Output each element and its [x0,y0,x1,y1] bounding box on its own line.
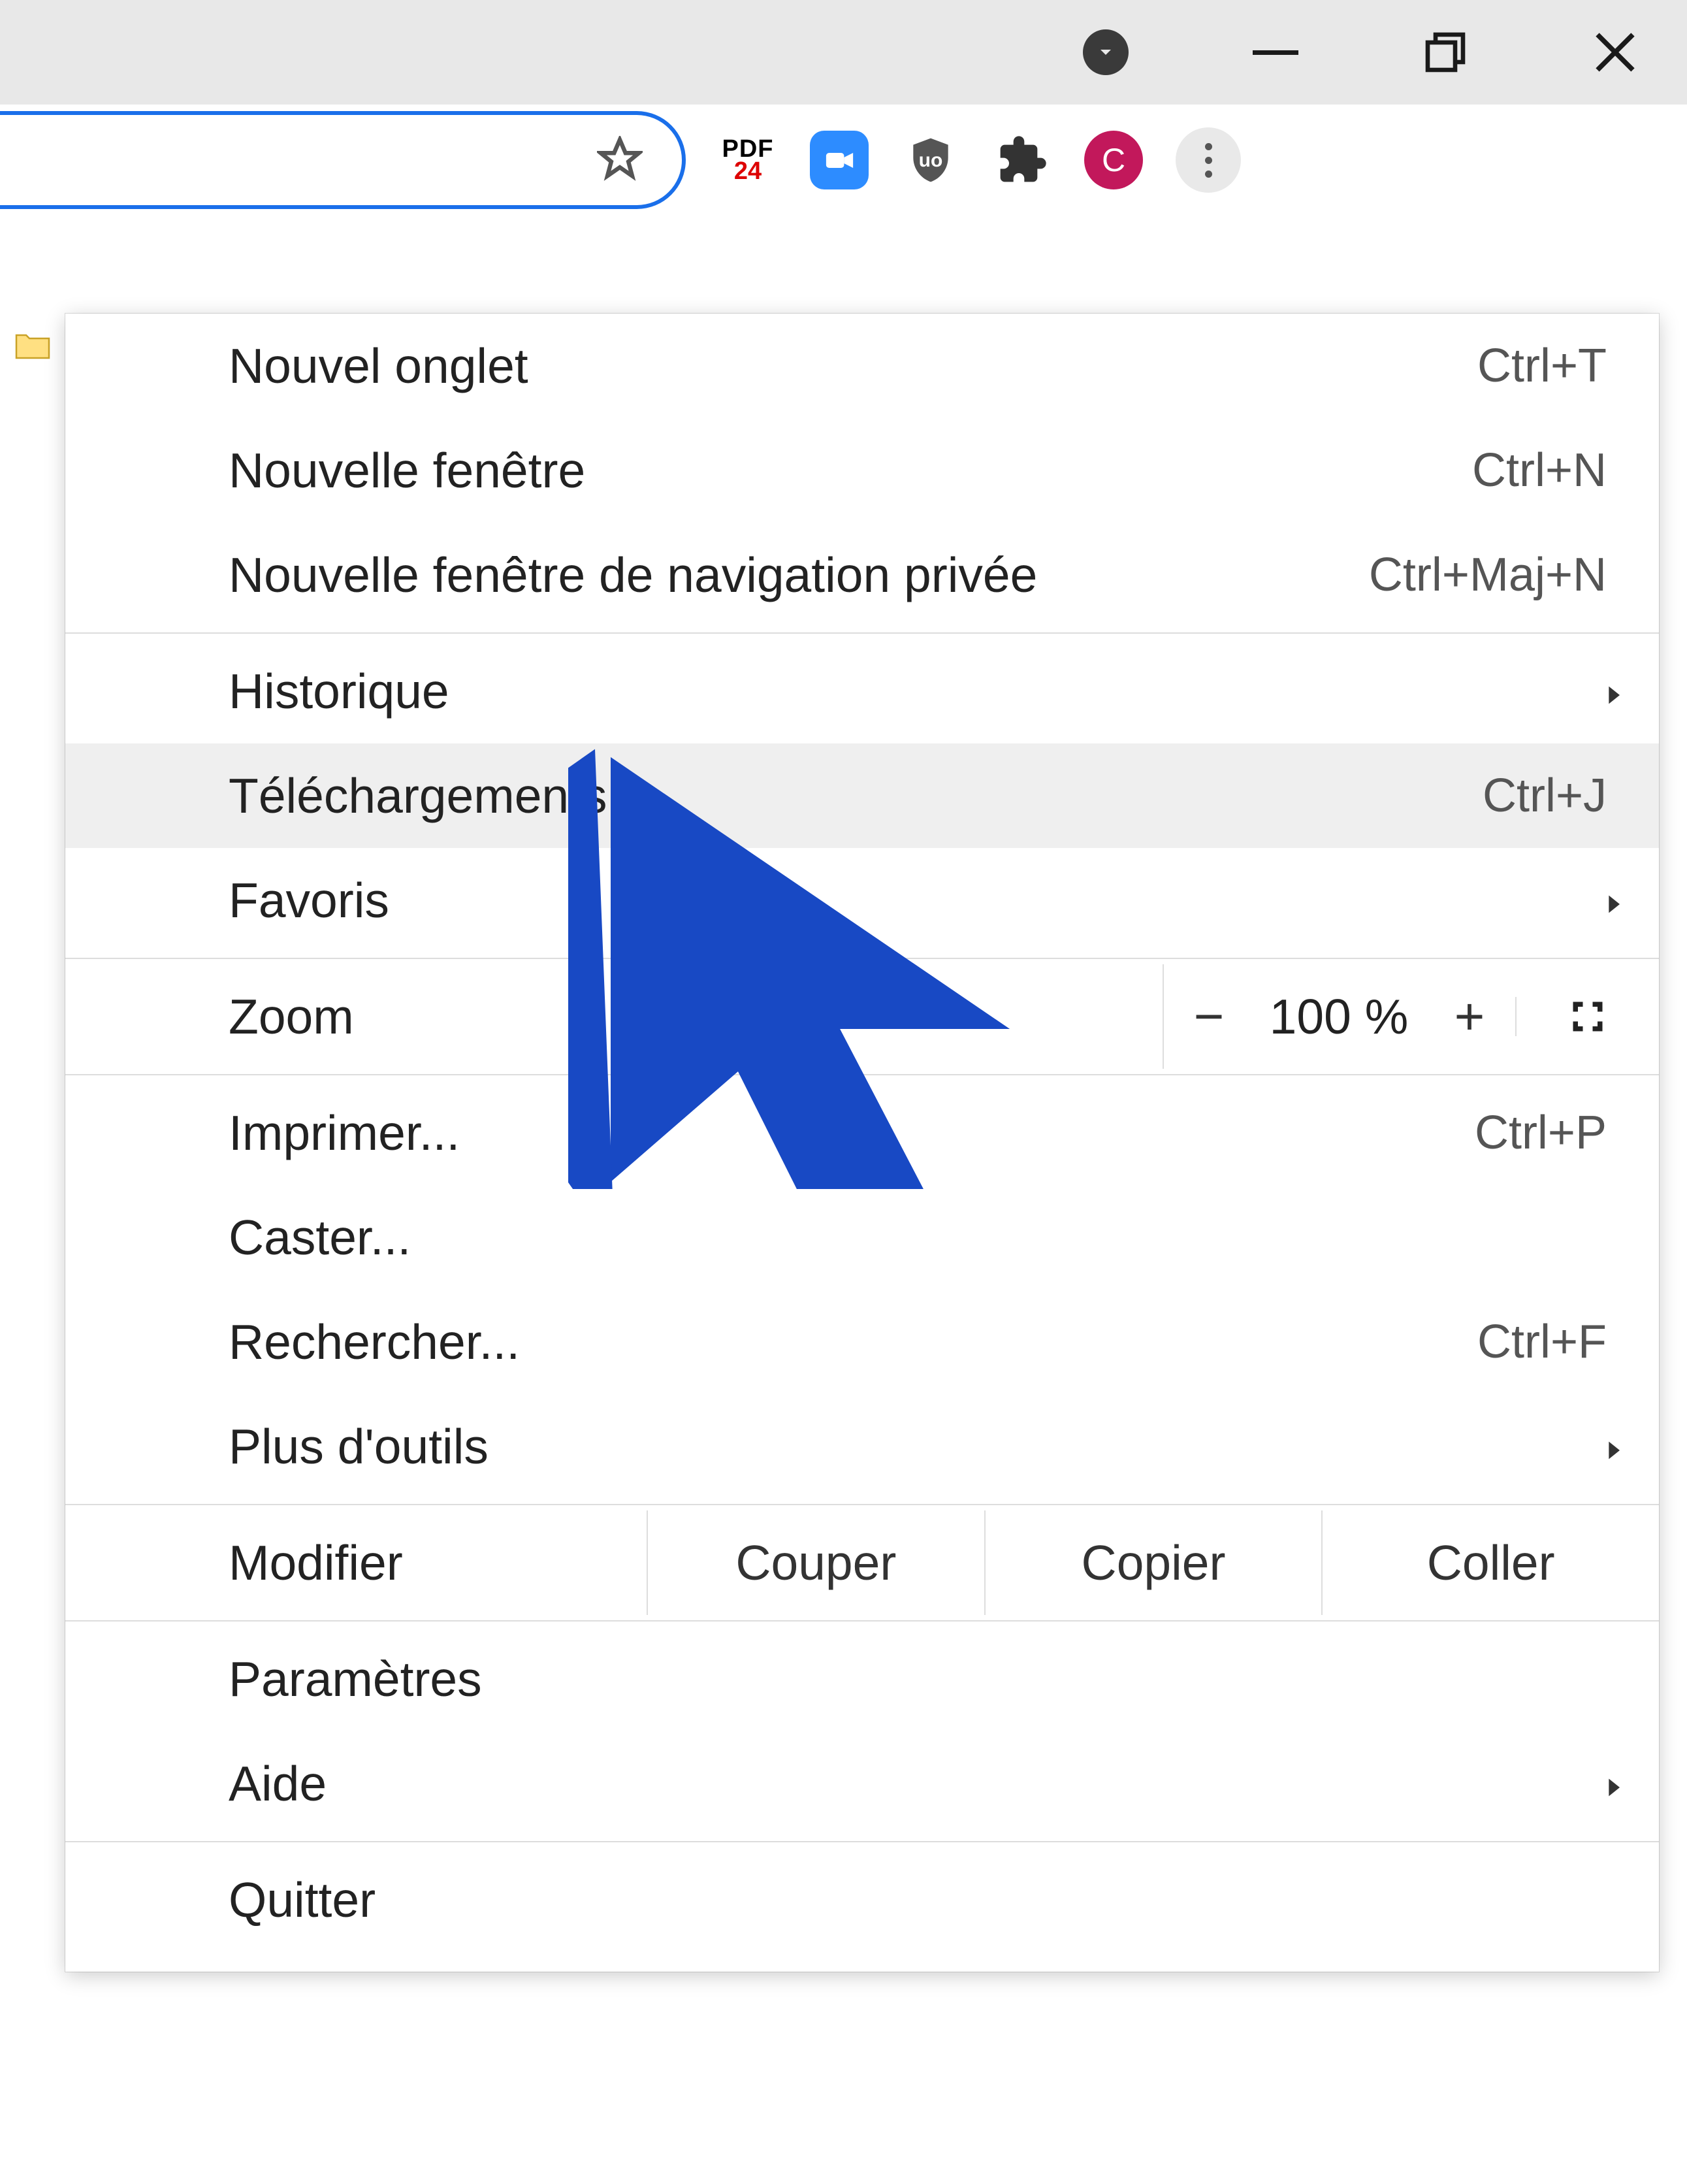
maximize-icon [1422,29,1469,76]
fullscreen-button[interactable] [1515,997,1659,1036]
chevron-right-icon [1600,1418,1626,1475]
menu-shortcut: Ctrl+J [1483,769,1607,823]
menu-label: Zoom [229,988,354,1045]
minus-icon: − [1194,986,1225,1047]
menu-item-more-tools[interactable]: Plus d'outils [65,1394,1659,1499]
menu-item-new-window[interactable]: Nouvelle fenêtre Ctrl+N [65,418,1659,523]
paste-label: Coller [1427,1535,1555,1591]
menu-shortcut: Ctrl+P [1475,1106,1607,1160]
menu-item-bookmarks[interactable]: Favoris [65,848,1659,953]
menu-label: Aide [229,1755,1607,1812]
folder-icon [13,329,52,365]
menu-label: Téléchargements [229,768,1483,824]
menu-separator [65,1074,1659,1075]
menu-label: Favoris [229,872,1607,928]
plus-icon: + [1454,986,1485,1047]
menu-label: Rechercher... [229,1314,1477,1370]
menu-label: Paramètres [229,1651,1607,1707]
pdf24-icon: PDF 24 [722,138,774,182]
menu-shortcut: Ctrl+T [1477,339,1607,393]
zoom-value: 100 % [1254,964,1424,1069]
menu-label: Nouvelle fenêtre de navigation privée [229,547,1369,603]
copy-label: Copier [1082,1535,1226,1591]
menu-shortcut: Ctrl+F [1477,1315,1607,1369]
menu-item-quit[interactable]: Quitter [65,1848,1659,1952]
extensions-menu-button[interactable] [993,131,1052,189]
zoom-in-button[interactable]: + [1424,964,1515,1069]
menu-label: Nouvel onglet [229,338,1477,394]
close-icon [1592,29,1639,76]
app-menu-button[interactable] [1176,127,1241,193]
menu-item-incognito[interactable]: Nouvelle fenêtre de navigation privée Ct… [65,523,1659,627]
menu-item-history[interactable]: Historique [65,639,1659,743]
close-button[interactable] [1583,20,1648,85]
menu-label: Imprimer... [229,1105,1475,1161]
menu-separator [65,1620,1659,1622]
extension-pdf24-button[interactable]: PDF 24 [718,131,777,189]
menu-item-cast[interactable]: Caster... [65,1185,1659,1290]
menu-label: Caster... [229,1209,1607,1265]
menu-item-settings[interactable]: Paramètres [65,1627,1659,1731]
extension-zoom-button[interactable] [810,131,869,189]
window-titlebar [0,0,1687,105]
menu-item-print[interactable]: Imprimer... Ctrl+P [65,1081,1659,1185]
kebab-dot-icon [1205,143,1212,150]
cut-label: Couper [735,1535,896,1591]
menu-label: Quitter [229,1872,1607,1928]
chevron-right-icon [1600,663,1626,719]
menu-label: Plus d'outils [229,1418,1607,1475]
kebab-dot-icon [1205,171,1212,178]
fullscreen-icon [1568,997,1607,1036]
kebab-dot-icon [1205,157,1212,164]
menu-shortcut: Ctrl+Maj+N [1369,548,1607,602]
chevron-right-icon [1600,1755,1626,1812]
minimize-icon [1253,50,1298,55]
menu-item-new-tab[interactable]: Nouvel onglet Ctrl+T [65,314,1659,418]
ublock-shield-icon: uo [905,134,957,186]
menu-label: Historique [229,663,1607,719]
menu-label: Nouvelle fenêtre [229,442,1472,498]
address-bar[interactable] [0,111,686,209]
menu-label: Modifier [229,1535,647,1591]
menu-shortcut: Ctrl+N [1472,444,1607,497]
zoom-out-button[interactable]: − [1163,964,1254,1069]
svg-text:uo: uo [919,150,943,171]
profile-avatar-button[interactable]: C [1084,131,1143,189]
menu-separator [65,632,1659,634]
downloads-indicator-button[interactable] [1073,20,1138,85]
menu-separator [65,958,1659,959]
download-arrow-icon [1083,29,1129,75]
extension-ublock-button[interactable]: uo [901,131,960,189]
menu-separator [65,1504,1659,1505]
menu-separator [65,1841,1659,1842]
browser-toolbar: PDF 24 uo C [0,105,1687,216]
menu-item-help[interactable]: Aide [65,1731,1659,1836]
menu-item-edit: Modifier Couper Copier Coller [65,1510,1659,1615]
bookmark-star-icon[interactable] [597,136,643,185]
bookmark-bar-folder[interactable] [0,314,52,379]
copy-button[interactable]: Copier [984,1510,1322,1615]
menu-item-downloads[interactable]: Téléchargements Ctrl+J [65,743,1659,848]
zoom-camera-icon [810,131,869,189]
maximize-button[interactable] [1413,20,1478,85]
chevron-right-icon [1600,872,1626,928]
profile-letter: C [1102,141,1125,179]
cut-button[interactable]: Couper [647,1510,984,1615]
app-menu: Nouvel onglet Ctrl+T Nouvelle fenêtre Ct… [65,314,1659,1972]
puzzle-icon [996,134,1048,186]
menu-item-zoom: Zoom − 100 % + [65,964,1659,1069]
minimize-button[interactable] [1243,20,1308,85]
menu-item-find[interactable]: Rechercher... Ctrl+F [65,1290,1659,1394]
paste-button[interactable]: Coller [1321,1510,1659,1615]
